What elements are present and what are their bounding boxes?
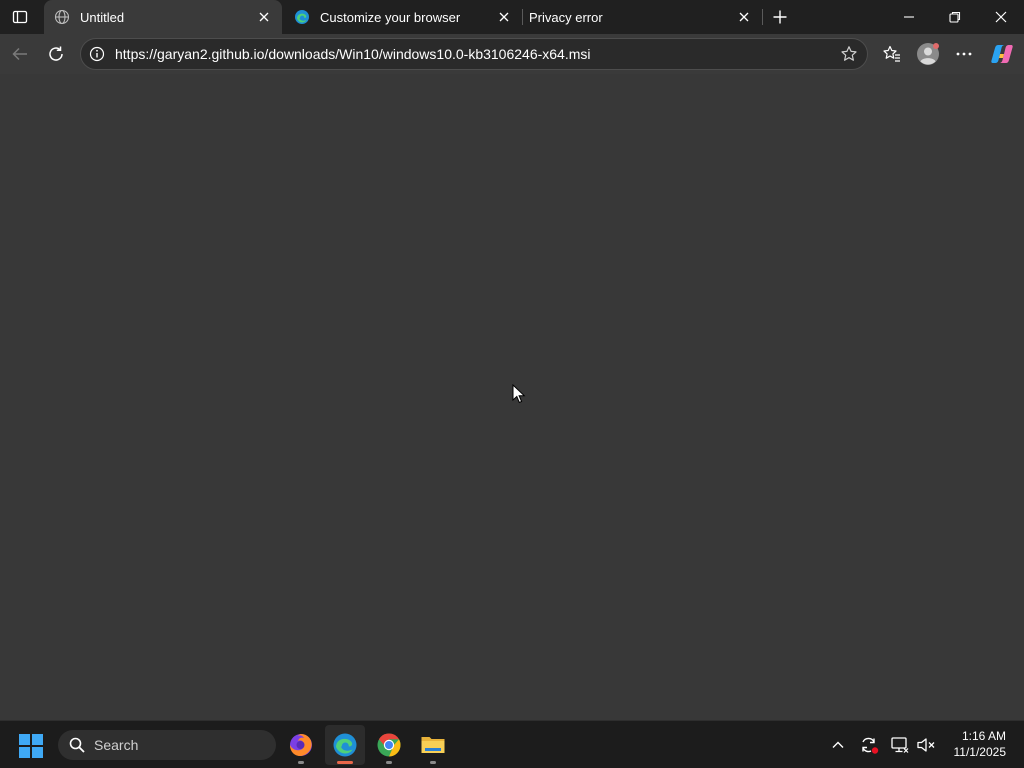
- minimize-icon: [904, 16, 914, 18]
- edge-icon: [333, 733, 357, 757]
- restore-button[interactable]: [932, 0, 978, 34]
- tab-strip: Untitled Customize your browser Privacy …: [0, 0, 1024, 34]
- close-window-button[interactable]: [978, 0, 1024, 34]
- url-text[interactable]: https://garyan2.github.io/downloads/Win1…: [115, 46, 837, 62]
- site-info-icon[interactable]: [89, 46, 105, 62]
- taskbar-search-box[interactable]: Search: [58, 730, 276, 760]
- copilot-icon: [991, 45, 1013, 63]
- tab-title: Customize your browser: [320, 9, 461, 25]
- taskbar-app-file-explorer[interactable]: [413, 725, 453, 765]
- sync-status-button[interactable]: [857, 733, 881, 757]
- more-options-icon: [956, 52, 972, 56]
- plus-icon: [773, 10, 787, 24]
- avatar-icon: [917, 43, 939, 65]
- taskbar-clock[interactable]: 1:16 AM 11/1/2025: [954, 728, 1007, 760]
- favorites-icon: [883, 45, 900, 62]
- edge-icon: [294, 9, 310, 25]
- restore-icon: [949, 11, 961, 23]
- refresh-button[interactable]: [42, 40, 70, 68]
- tab-actions-button[interactable]: [8, 5, 32, 29]
- favorites-button[interactable]: [878, 40, 906, 68]
- chrome-icon: [377, 733, 401, 757]
- close-tab-icon[interactable]: [734, 7, 754, 27]
- tab-title: Untitled: [80, 9, 125, 25]
- taskbar: Search 1:16 AM 11/1/2025: [0, 720, 1024, 768]
- show-hidden-icons-button[interactable]: [826, 733, 850, 757]
- globe-icon: [54, 9, 70, 25]
- file-explorer-icon: [421, 737, 445, 753]
- browser-toolbar: https://garyan2.github.io/downloads/Win1…: [0, 34, 1024, 74]
- close-tab-icon[interactable]: [254, 7, 274, 27]
- back-button[interactable]: [6, 40, 34, 68]
- firefox-icon: [290, 734, 312, 756]
- address-bar[interactable]: https://garyan2.github.io/downloads/Win1…: [80, 38, 868, 70]
- network-icon: [891, 737, 909, 753]
- tab-customize-your-browser[interactable]: Customize your browser: [284, 0, 522, 34]
- windows-logo-icon: [19, 734, 43, 758]
- volume-button[interactable]: [914, 733, 938, 757]
- tab-separator: [762, 9, 763, 25]
- close-tab-icon[interactable]: [494, 7, 514, 27]
- search-icon: [68, 736, 86, 754]
- refresh-icon: [49, 46, 63, 61]
- settings-and-more-button[interactable]: [950, 40, 978, 68]
- taskbar-app-chrome[interactable]: [369, 725, 409, 765]
- back-arrow-icon: [12, 47, 27, 61]
- minimize-button[interactable]: [886, 0, 932, 34]
- sync-alert-icon: [862, 737, 879, 754]
- tab-actions-icon: [12, 10, 28, 24]
- running-indicator: [386, 761, 392, 764]
- taskbar-app-firefox[interactable]: [281, 725, 321, 765]
- tab-untitled[interactable]: Untitled: [44, 0, 282, 34]
- chevron-up-icon: [832, 741, 844, 748]
- active-indicator: [337, 761, 353, 764]
- profile-button[interactable]: [914, 40, 942, 68]
- new-tab-button[interactable]: [768, 5, 792, 29]
- search-label: Search: [94, 737, 139, 753]
- clock-time: 1:16 AM: [961, 729, 1006, 743]
- start-button[interactable]: [18, 733, 44, 759]
- network-button[interactable]: [888, 733, 912, 757]
- running-indicator: [430, 761, 436, 764]
- running-indicator: [298, 761, 304, 764]
- tab-title: Privacy error: [529, 9, 603, 25]
- clock-date: 11/1/2025: [953, 745, 1007, 759]
- tab-privacy-error[interactable]: Privacy error: [520, 0, 762, 34]
- volume-muted-icon: [917, 738, 935, 752]
- favorite-star-icon[interactable]: [837, 42, 861, 66]
- copilot-button[interactable]: [988, 40, 1016, 68]
- taskbar-app-edge[interactable]: [325, 725, 365, 765]
- mouse-cursor-icon: [512, 384, 526, 404]
- close-icon: [995, 11, 1007, 23]
